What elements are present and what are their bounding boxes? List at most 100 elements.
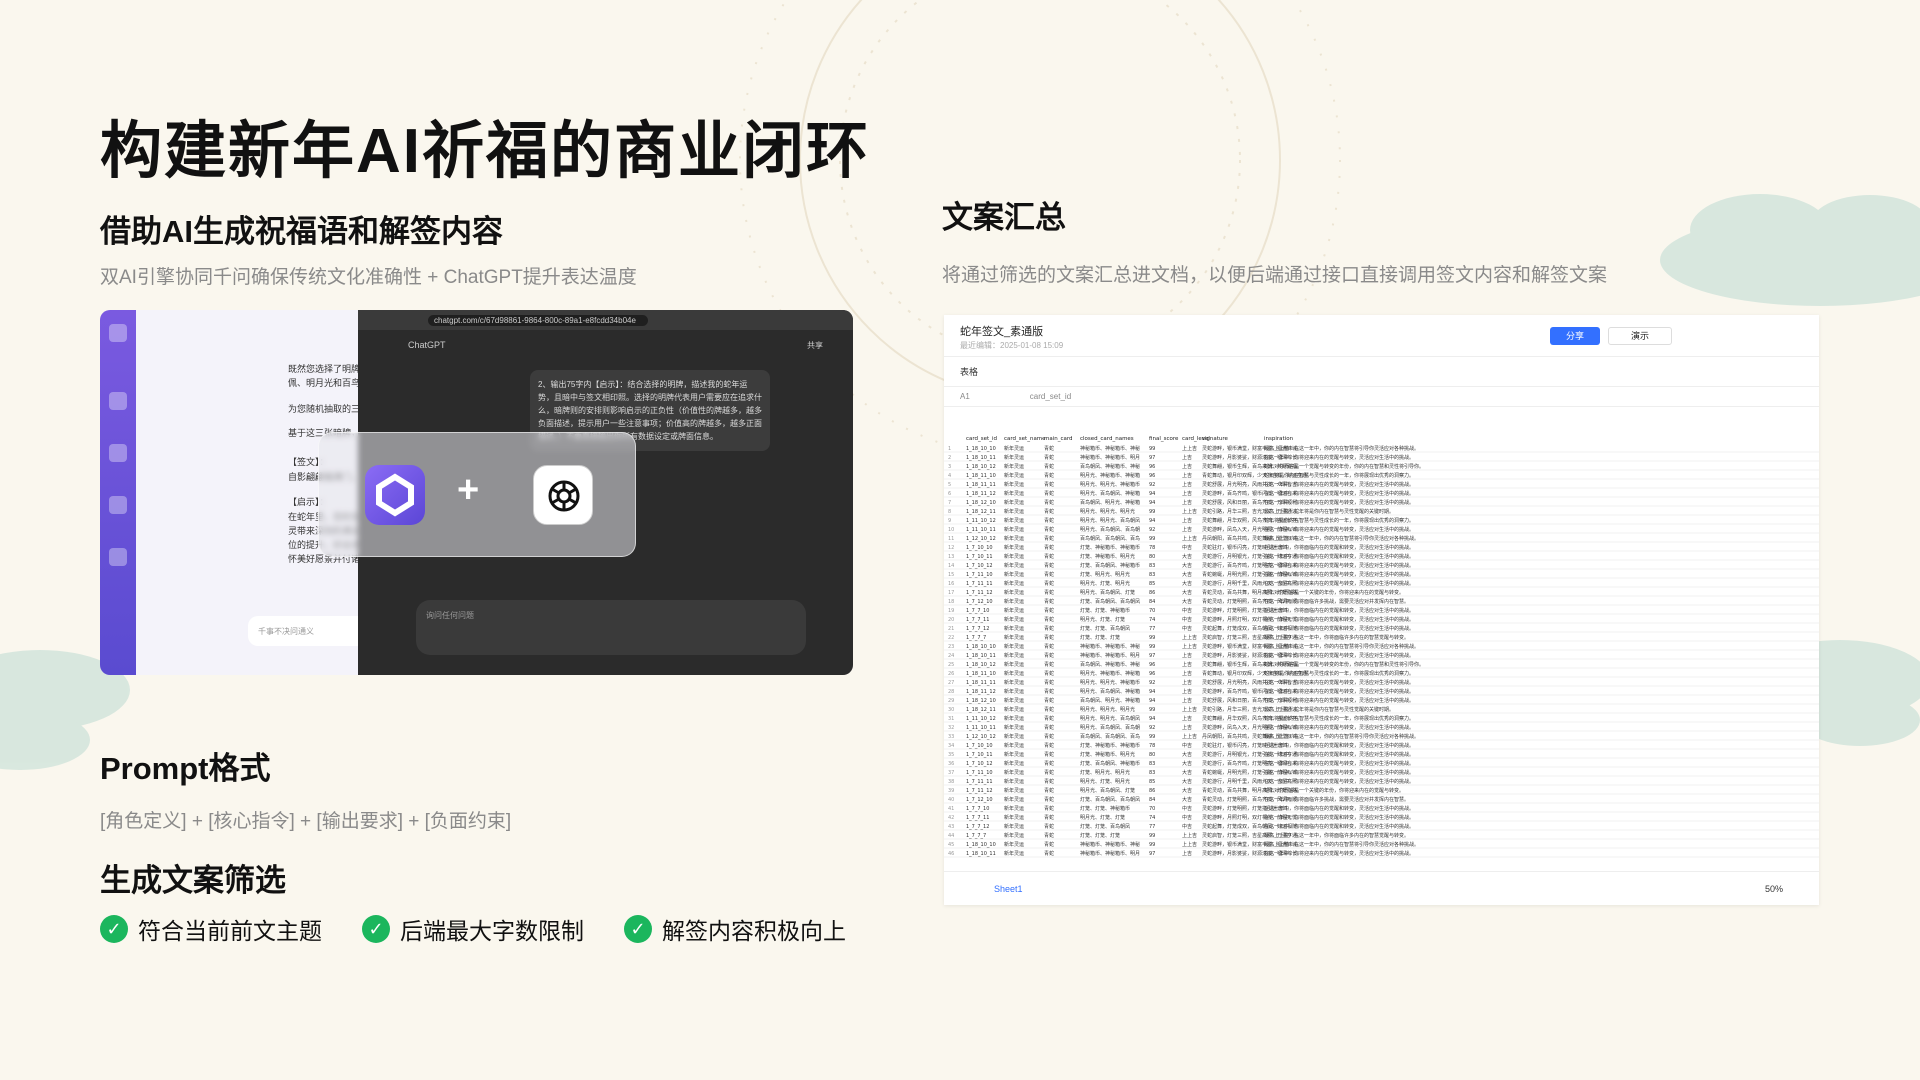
table-cell: 上吉: [1182, 670, 1192, 677]
sheet-date: 最近编辑：2025-01-08 15:09: [960, 341, 1064, 350]
row-number: 22: [948, 635, 954, 641]
table-cell: 大吉: [1182, 562, 1192, 569]
table-cell: 1_18_10_10: [966, 842, 996, 848]
table-cell: 最高上上签！在这一年中，你的内在智慧将引导你灵活应对各种挑战。: [1264, 643, 1419, 650]
table-cell: 新年灵运: [1004, 544, 1024, 551]
table-cell: 青蛇: [1044, 643, 1054, 650]
fx-value[interactable]: card_set_id: [1030, 392, 1071, 401]
table-cell: 中吉: [1182, 814, 1192, 821]
row-number: 45: [948, 842, 954, 848]
url-bar[interactable]: chatgpt.com/c/67d98861-9864-800c-89a1-e8…: [428, 315, 648, 326]
row-number: 32: [948, 725, 954, 731]
table-cell: 新年灵运: [1004, 697, 1024, 704]
table-cell: 99: [1149, 842, 1155, 848]
table-cell: 86: [1149, 788, 1155, 794]
right-subtitle: 将通过筛选的文案汇总进文档，以便后端通过接口直接调用签文内容和解签文案: [942, 265, 1608, 286]
gpt-input[interactable]: 询问任何问题: [416, 600, 806, 655]
table-cell: 新年灵运: [1004, 571, 1024, 578]
row-number: 7: [948, 500, 951, 506]
table-cell: 74: [1149, 815, 1155, 821]
table-cell: 在这一年中，你将迎来内在的觉醒与转变，灵活应对生活中的挑战。: [1264, 562, 1414, 569]
check-icon: ✓: [624, 915, 652, 943]
table-cell: 青蛇: [1044, 841, 1054, 848]
table-cell: 99: [1149, 446, 1155, 452]
table-cell: 78: [1149, 545, 1155, 551]
row-number: 18: [948, 599, 954, 605]
table-cell: 灯笼、百鸟朝凤、神秘箱币: [1080, 562, 1140, 569]
table-cell: 新年灵运: [1004, 733, 1024, 740]
cell-ref[interactable]: A1: [960, 392, 970, 401]
folder-icon[interactable]: [109, 548, 127, 566]
table-cell: 新年灵运: [1004, 490, 1024, 497]
table-cell: 新年灵运: [1004, 499, 1024, 506]
table-cell: 灯笼、百鸟朝凤、百鸟朝凤: [1080, 796, 1140, 803]
table-cell: 明月光、灯笼、明月光: [1080, 778, 1130, 785]
table-cell: 1_7_7_12: [966, 824, 989, 830]
table-cell: 明月光、明月光、神秘箱币: [1080, 481, 1140, 488]
table-cell: 97: [1149, 851, 1155, 857]
sheet-header: 蛇年签文_素通版 最近编辑：2025-01-08 15:09 分享 演示: [944, 315, 1819, 357]
table-menu[interactable]: 表格: [960, 367, 978, 377]
table-cell: 1_11_10_11: [966, 725, 996, 731]
sheet-title[interactable]: 蛇年签文_素通版: [960, 323, 1043, 339]
left-heading: 借助AI生成祝福语和解签内容: [100, 214, 503, 249]
table-cell: 青蛇: [1044, 589, 1054, 596]
table-cell: 青蛇: [1044, 733, 1054, 740]
column-header: inspiration: [1264, 436, 1294, 442]
table-cell: 青蛇: [1044, 499, 1054, 506]
table-cell: 1_18_12_10: [966, 698, 996, 704]
table-cell: 1_11_10_12: [966, 716, 996, 722]
table-cell: 在这一年中，你将迎来内在的觉醒与转变，灵活应对生活中的挑战。: [1264, 679, 1414, 686]
table-cell: 最高上上签！在这一年中，你的内在智慧将引导你灵活应对各种挑战。: [1264, 535, 1419, 542]
table-cell: 85: [1149, 779, 1155, 785]
ai-chat-screenshot: 既然您选择了明牌“白蛇”，现 佩、明月光和百鸟朝凤。 为您随机抽取的三张暗牌是：…: [100, 310, 853, 675]
table-cell: 83: [1149, 761, 1155, 767]
zoom-level[interactable]: 50%: [1765, 884, 1783, 894]
gpt-share-button[interactable]: 共享: [807, 340, 823, 351]
table-cell: 1_12_10_12: [966, 536, 996, 542]
table-cell: 青蛇: [1044, 598, 1054, 605]
table-cell: 在这一年中，你将迎来内在的觉醒与转变，灵活应对生活中的挑战。: [1264, 760, 1414, 767]
table-cell: 青蛇: [1044, 535, 1054, 542]
share-button[interactable]: 分享: [1550, 327, 1600, 345]
table-cell: 新年灵运: [1004, 706, 1024, 713]
table-cell: 新年灵运: [1004, 553, 1024, 560]
row-number: 39: [948, 788, 954, 794]
explore-icon[interactable]: [109, 444, 127, 462]
row-number: 12: [948, 545, 954, 551]
check-icon: ✓: [100, 915, 128, 943]
filter-item: ✓ 后端最大字数限制: [362, 912, 584, 946]
table-cell: 明月光、百鸟朝凤、灯笼: [1080, 589, 1135, 596]
agent-icon[interactable]: [109, 496, 127, 514]
table-cell: 明月光、明月光、百鸟朝凤: [1080, 715, 1140, 722]
chat-icon[interactable]: [109, 392, 127, 410]
table-cell: 1_18_12_11: [966, 509, 996, 515]
table-cell: 在这一年中，你将迎来内在的觉醒与转变，灵活应对生活中的挑战。: [1264, 652, 1414, 659]
table-cell: 1_7_11_10: [966, 572, 993, 578]
row-number: 35: [948, 752, 954, 758]
table-cell: 新年灵运: [1004, 607, 1024, 614]
table-cell: 明月光、百鸟朝凤、神秘箱: [1080, 688, 1140, 695]
table-cell: 新年灵运: [1004, 463, 1024, 470]
table-cell: 70: [1149, 806, 1155, 812]
gpt-model-selector[interactable]: ChatGPT: [408, 340, 446, 350]
table-cell: 新年灵运: [1004, 652, 1024, 659]
column-header: signature: [1202, 436, 1229, 442]
table-cell: 上上吉: [1182, 643, 1197, 650]
table-cell: 大吉: [1182, 553, 1192, 560]
table-cell: 1_11_10_11: [966, 527, 996, 533]
table-cell: 在这一年中，你将迎来内在的觉醒与转变，灵活应对生活中的挑战。: [1264, 571, 1414, 578]
table-cell: 最高上上签！在这一年中，你将面临许多内在的智慧觉醒与转变。: [1264, 832, 1409, 839]
table-cell: 上吉: [1182, 526, 1192, 533]
table-cell: 青蛇: [1044, 778, 1054, 785]
row-number: 9: [948, 518, 951, 524]
present-button[interactable]: 演示: [1608, 327, 1672, 345]
table-cell: 1_7_7_11: [966, 815, 989, 821]
table-cell: 新年灵运: [1004, 832, 1024, 839]
sheet-tab[interactable]: Sheet1: [994, 884, 1023, 894]
table-cell: 青蛇: [1044, 670, 1054, 677]
table-cell: 上吉: [1182, 517, 1192, 524]
table-cell: 在这一年中，你将面临内在的觉醒和转变，灵活应对生活中的挑战。: [1264, 625, 1414, 632]
table-cell: 在这一年中，你将面临内在的觉醒和转变，灵活应对生活中的挑战。: [1264, 751, 1414, 758]
table-cell: 蛇年对你而言是一个觉醒与转变的年份，你的内在智慧和灵性将引导你。: [1264, 463, 1424, 470]
